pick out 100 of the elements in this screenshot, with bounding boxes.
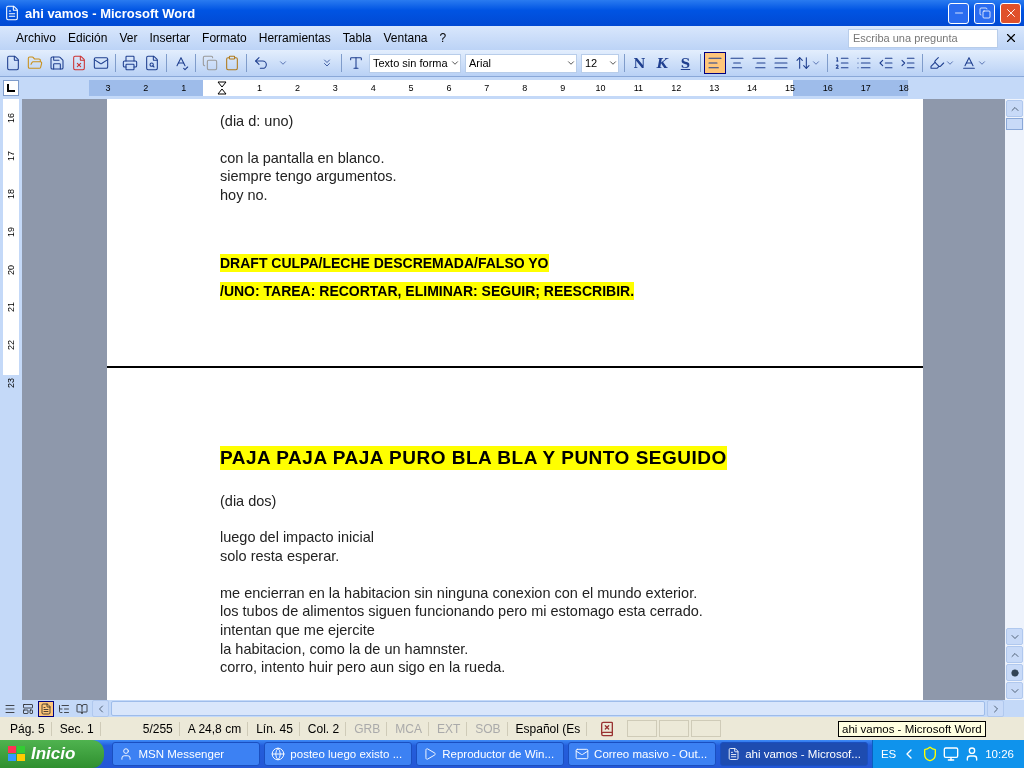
taskbar-button[interactable]: MSN Messenger [112,742,261,766]
align-left-icon [707,55,723,71]
scroll-thumb[interactable] [1006,118,1023,130]
ruler-number: 21 [5,302,17,313]
text-line: luego del impacto inicial [220,528,374,547]
tab-selector[interactable] [3,80,19,96]
dropdown-value: 12 [584,57,599,69]
ruler-number: 13 [708,82,721,95]
format-button[interactable]: N [628,52,651,74]
menu-item[interactable]: Archivo [10,31,62,45]
play-icon [423,747,438,761]
taskbar-button[interactable]: ahi vamos - Microsof... [719,742,868,766]
status-field: A 24,8 cm [181,721,249,736]
undo-icon [253,55,269,71]
menu-item[interactable]: ? [433,31,453,45]
menu-item[interactable]: Ventana [377,31,434,45]
text-line: con la pantalla en blanco. [220,148,385,168]
format-button[interactable]: S [674,52,697,74]
ruler-number: 4 [369,82,377,95]
folder-icon [27,55,43,71]
close-button[interactable] [1000,2,1021,24]
blank-page-icon [5,55,21,71]
text-line: (dia d: uno) [220,112,294,131]
menu-item[interactable]: Formato [196,31,253,45]
font-dropdown[interactable]: Arial [465,53,577,73]
ruler-number: 3 [331,82,339,95]
page-x-icon [71,55,87,71]
font-color-icon [961,55,977,71]
caret-icon [278,58,288,68]
heading-text: PAJA PAJA PAJA PURO BLA BLA Y PUNTO SEGUIDO [220,445,727,470]
print-layout-button[interactable] [38,700,54,717]
status-field: 5/255 [102,721,180,736]
ruler-number: 20 [5,264,17,275]
align-left-button[interactable] [704,52,726,74]
status-field: Sec. 1 [53,721,101,736]
envelope-icon [575,747,590,761]
highlighter-icon [929,55,945,71]
text-line: hoy no. [220,186,268,205]
close-icon[interactable] [1004,31,1018,45]
ruler-number: 1 [180,82,188,95]
status-cell [691,720,722,737]
ruler-number: 17 [5,150,17,161]
taskbar-button[interactable]: Reproductor de Win... [416,742,565,766]
menu-item[interactable]: Tabla [336,31,378,45]
menu-item[interactable]: Ver [113,31,144,45]
tab-stop-icon [7,84,15,92]
ruler-number: 17 [859,82,872,95]
text-line: los tubos de alimentos siguen funcionando pero mi estomago esta cerrado. [220,602,703,622]
text-line: corro, intento huir pero aun sigo en la rueda. [220,658,506,678]
ruler-number: 2 [142,82,150,95]
help-search-field[interactable]: Escriba una pregunta [848,28,998,48]
highlighted-text: DRAFT CULPA/LECHE DESCREMADA/FALSO YO [220,253,549,272]
double-chevron-icon [321,57,333,69]
font-size-dropdown[interactable]: 12 [581,53,619,73]
ruler-number: 16 [5,112,17,123]
ruler-number: 19 [5,226,17,237]
numbered-list-icon [834,55,850,71]
browse-object-button[interactable] [1006,664,1023,681]
mode-indicator: GRB [348,721,388,736]
copy-icon [202,55,218,71]
ruler-number: 22 [5,340,17,351]
web-view-icon [22,702,34,715]
text-line: la habitacion, como la de un hamnster. [220,639,469,659]
ruler-number: 15 [783,82,796,95]
highlighted-text: /UNO: TAREA: RECORTAR, ELIMINAR: SEGUIR; REESCRIBIR. [220,281,635,300]
window-title: ahi vamos - Microsoft Word [25,5,197,21]
dot-icon [1010,668,1019,677]
magnifier-page-icon [144,55,160,71]
ruler-number: 9 [559,82,567,95]
language-indicator: ES [880,748,897,760]
menu-item[interactable]: Insertar [143,31,197,45]
globe-icon [271,747,286,761]
ruler-number: 3 [104,82,112,95]
monitor-icon[interactable] [943,746,960,762]
caret-icon [811,58,821,68]
caret-icon [566,58,576,68]
caret-icon [977,58,987,68]
ruler-number: 1 [256,82,263,95]
mode-indicator: SOB [469,721,508,736]
taskbar-button[interactable]: posteo luego existo ... [264,742,413,766]
menu-item[interactable]: Edición [62,31,114,45]
clock: 10:26 [985,748,1014,760]
caret-icon [945,58,955,68]
reading-view-icon [76,702,88,715]
ruler-number: 18 [5,188,17,199]
text-line: intentan que me ejercite [220,621,375,640]
menu-item[interactable]: Herramientas [252,31,337,45]
minimize-button[interactable] [948,2,969,24]
outline-view-icon [58,702,70,715]
format-button[interactable]: K [651,52,674,74]
person-icon [119,747,134,761]
restore-button[interactable] [974,2,995,24]
status-field: Col. 2 [301,721,347,736]
shield-icon[interactable] [922,746,939,762]
indent-icon [900,55,916,71]
taskbar-button[interactable]: Correo masivo - Out... [568,742,716,766]
style-dropdown[interactable]: Texto sin forma [369,53,461,73]
language-field: Español (Es [509,721,588,736]
indent-marker-icon[interactable] [216,81,227,95]
outdent-icon [878,55,894,71]
